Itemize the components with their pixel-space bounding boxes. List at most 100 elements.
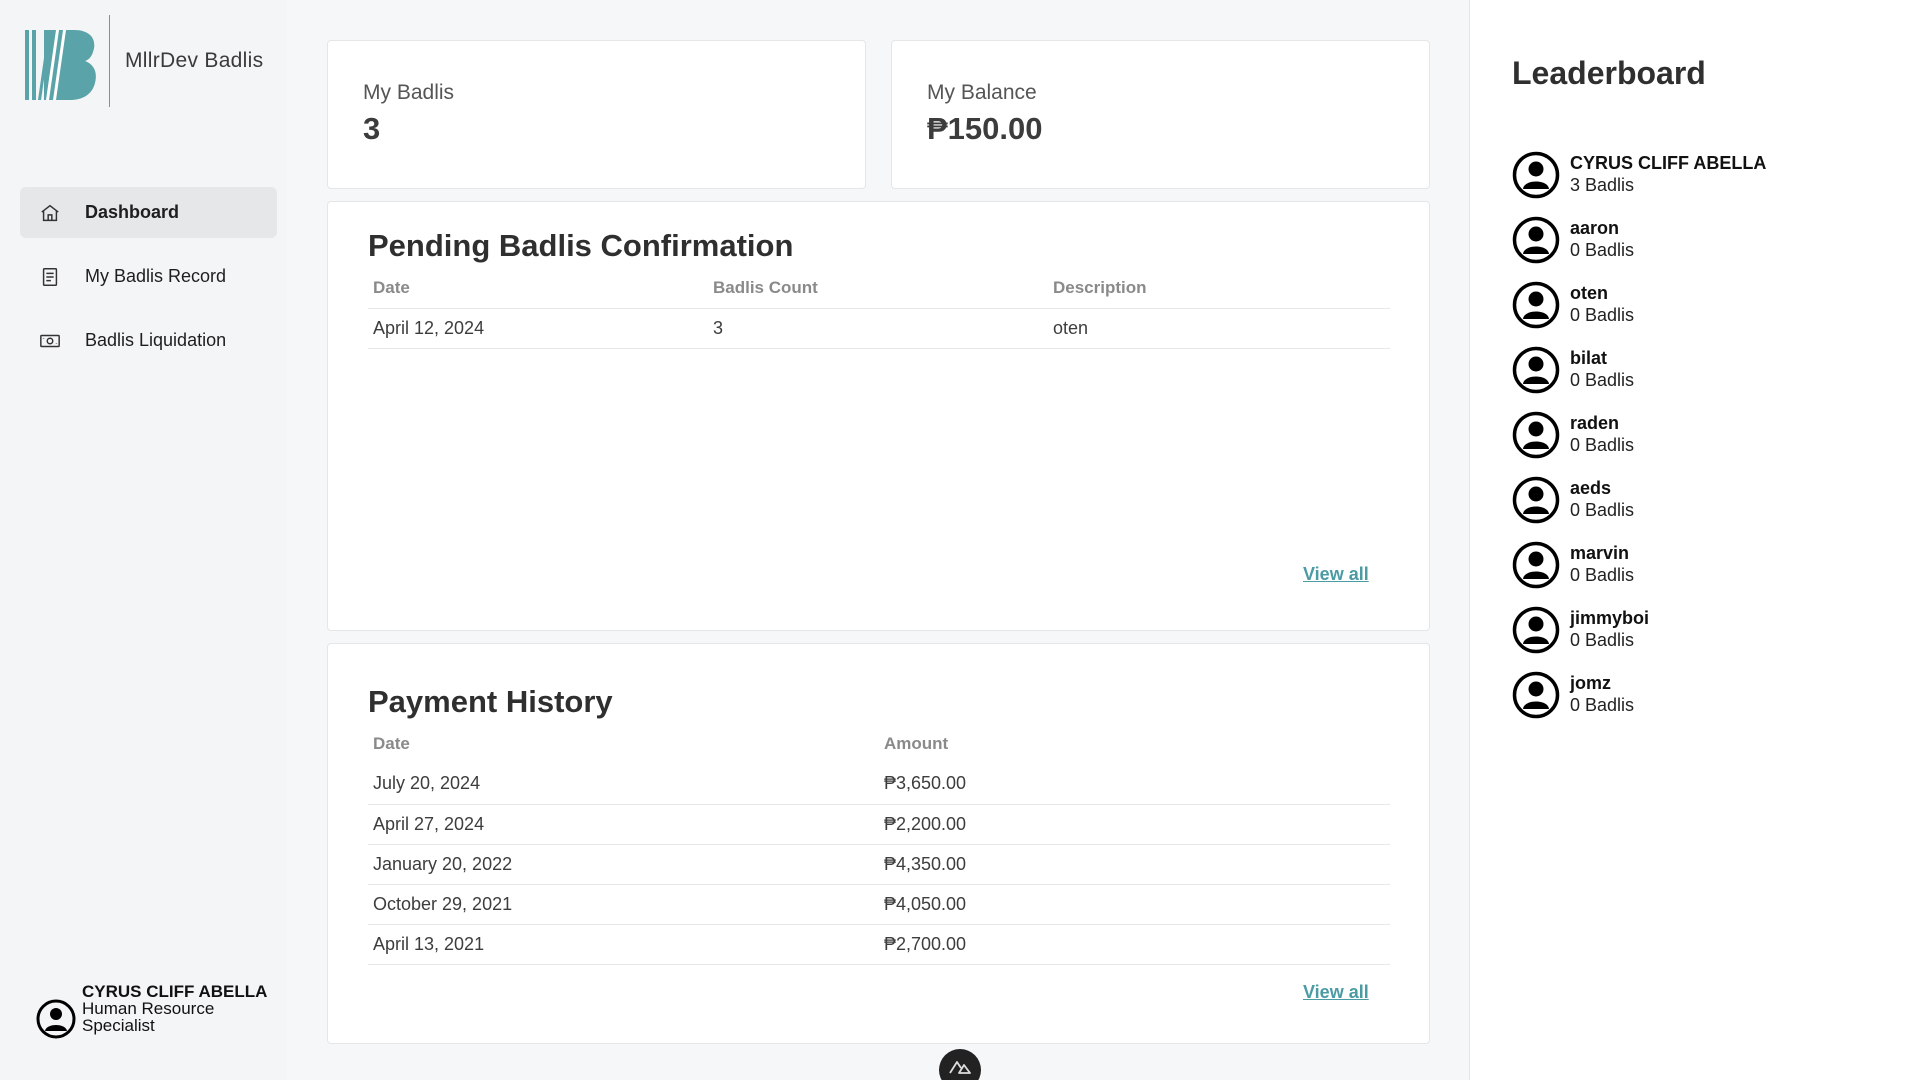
table-cell: April 13, 2021 [368,924,879,965]
cash-icon [38,329,62,353]
my-badlis-card: My Badlis 3 [327,40,866,189]
leader-name: aaron [1570,218,1620,238]
leader-name: oten [1570,283,1608,303]
user-name: CYRUS CLIFF ABELLA [82,982,268,1001]
leader-count: 0 Badlis [1570,565,1635,585]
avatar-icon [1512,541,1560,588]
list-item[interactable]: marvin 0 Badlis [1512,532,1892,597]
leader-count: 0 Badlis [1570,500,1635,520]
avatar-icon [1512,671,1560,718]
pending-title: Pending Badlis Confirmation [368,228,794,263]
brand-logo-icon [25,30,96,100]
table-cell: ₱2,200.00 [879,804,1390,845]
pending-table: Date Badlis Count Description April 12, … [368,268,1390,349]
payment-table: Date Amount July 20, 2024 ₱3,650.00 Apri… [368,724,1390,965]
table-cell: April 27, 2024 [368,804,879,845]
devtools-button[interactable] [939,1049,981,1080]
my-badlis-label: My Badlis [363,81,455,104]
table-cell: oten [1048,308,1390,349]
table-row[interactable]: October 29, 2021 ₱4,050.00 [368,884,1390,925]
leader-info: jimmyboi 0 Badlis [1570,608,1649,651]
sidebar-item-badlis-liquidation[interactable]: Badlis Liquidation [20,315,277,366]
avatar-icon [1512,476,1560,523]
leader-name: CYRUS CLIFF ABELLA [1570,153,1767,173]
table-cell: January 20, 2022 [368,844,879,885]
user-role: Human Resource Specialist [82,999,215,1035]
nuxt-icon [949,1061,971,1074]
leader-count: 0 Badlis [1570,435,1635,455]
table-row[interactable]: April 13, 2021 ₱2,700.00 [368,924,1390,965]
table-row[interactable]: January 20, 2022 ₱4,350.00 [368,844,1390,885]
document-icon [38,265,62,289]
leader-name: bilat [1570,348,1608,368]
avatar-icon [1512,606,1560,653]
avatar-icon [36,999,76,1039]
list-item[interactable]: oten 0 Badlis [1512,272,1892,337]
avatar-icon [1512,411,1560,458]
leader-name: jimmyboi [1570,608,1650,628]
column-header: Date [368,268,708,309]
leader-name: marvin [1570,543,1630,563]
list-item[interactable]: jimmyboi 0 Badlis [1512,597,1892,662]
leader-info: CYRUS CLIFF ABELLA 3 Badlis [1570,153,1766,196]
table-cell: ₱2,700.00 [879,924,1390,965]
pending-confirmation-card: Pending Badlis Confirmation Date Badlis … [327,201,1430,631]
list-item[interactable]: jomz 0 Badlis [1512,662,1892,727]
list-item[interactable]: aeds 0 Badlis [1512,467,1892,532]
leader-info: oten 0 Badlis [1570,283,1634,326]
leader-info: raden 0 Badlis [1570,413,1634,456]
leader-name: jomz [1570,673,1612,693]
leader-count: 0 Badlis [1570,695,1635,715]
list-item[interactable]: CYRUS CLIFF ABELLA 3 Badlis [1512,142,1892,207]
sidebar-item-my-badlis-record[interactable]: My Badlis Record [20,251,277,302]
table-cell: July 20, 2024 [368,764,879,805]
list-item[interactable]: bilat 0 Badlis [1512,337,1892,402]
leader-info: aeds 0 Badlis [1570,478,1634,521]
brand[interactable]: MllrDev Badlis [22,14,263,107]
leader-count: 0 Badlis [1570,240,1635,260]
list-item[interactable]: raden 0 Badlis [1512,402,1892,467]
leader-info: jomz 0 Badlis [1570,673,1634,716]
column-header: Date [373,734,410,753]
user-info: CYRUS CLIFF ABELLA Human Resource Specia… [82,983,276,1034]
sidebar-item-dashboard[interactable]: Dashboard [20,187,277,238]
leader-info: bilat 0 Badlis [1570,348,1634,391]
avatar-icon [1512,151,1560,198]
table-cell: 3 [708,308,1048,349]
my-balance-card: My Balance ₱150.00 [891,40,1430,189]
table-header-row: Date Badlis Count Description [368,268,1390,309]
table-cell: ₱4,050.00 [879,884,1390,925]
sidebar-item-label: My Badlis Record [85,266,227,286]
list-item[interactable]: aaron 0 Badlis [1512,207,1892,272]
table-row[interactable]: April 12, 2024 3 oten [368,308,1390,349]
avatar-icon [1512,346,1560,393]
table-cell: April 12, 2024 [368,308,708,349]
payment-history-card: Payment History Date Amount July 20, 202… [327,643,1430,1044]
my-badlis-value: 3 [363,111,381,146]
column-header: Description [1048,268,1390,309]
brand-name: MllrDev Badlis [125,48,264,72]
table-cell: ₱3,650.00 [879,764,1390,805]
leader-info: marvin 0 Badlis [1570,543,1634,586]
avatar-icon [1512,281,1560,328]
leader-count: 0 Badlis [1570,370,1635,390]
table-row[interactable]: April 27, 2024 ₱2,200.00 [368,804,1390,845]
column-header: Badlis Count [708,268,1048,309]
payment-view-all-link[interactable]: View all [1303,982,1369,1003]
sidebar-item-label: Badlis Liquidation [85,330,227,350]
current-user[interactable]: CYRUS CLIFF ABELLA Human Resource Specia… [36,983,276,1039]
column-header: Amount [884,734,949,753]
avatar-icon [1512,216,1560,263]
brand-divider [109,14,110,107]
sidebar-nav: Dashboard My Badlis Record Badlis Liquid… [20,187,277,379]
leaderboard-panel: Leaderboard CYRUS CLIFF ABELLA 3 Badlis … [1469,0,1920,1080]
payment-title: Payment History [368,684,613,719]
leader-info: aaron 0 Badlis [1570,218,1634,261]
pending-view-all-link[interactable]: View all [1303,564,1369,585]
leader-count: 0 Badlis [1570,305,1635,325]
leader-name: raden [1570,413,1620,433]
leader-count: 3 Badlis [1570,175,1635,195]
sidebar-item-label: Dashboard [85,202,180,222]
table-row[interactable]: July 20, 2024 ₱3,650.00 [368,764,1390,805]
leader-name: aeds [1570,478,1612,498]
